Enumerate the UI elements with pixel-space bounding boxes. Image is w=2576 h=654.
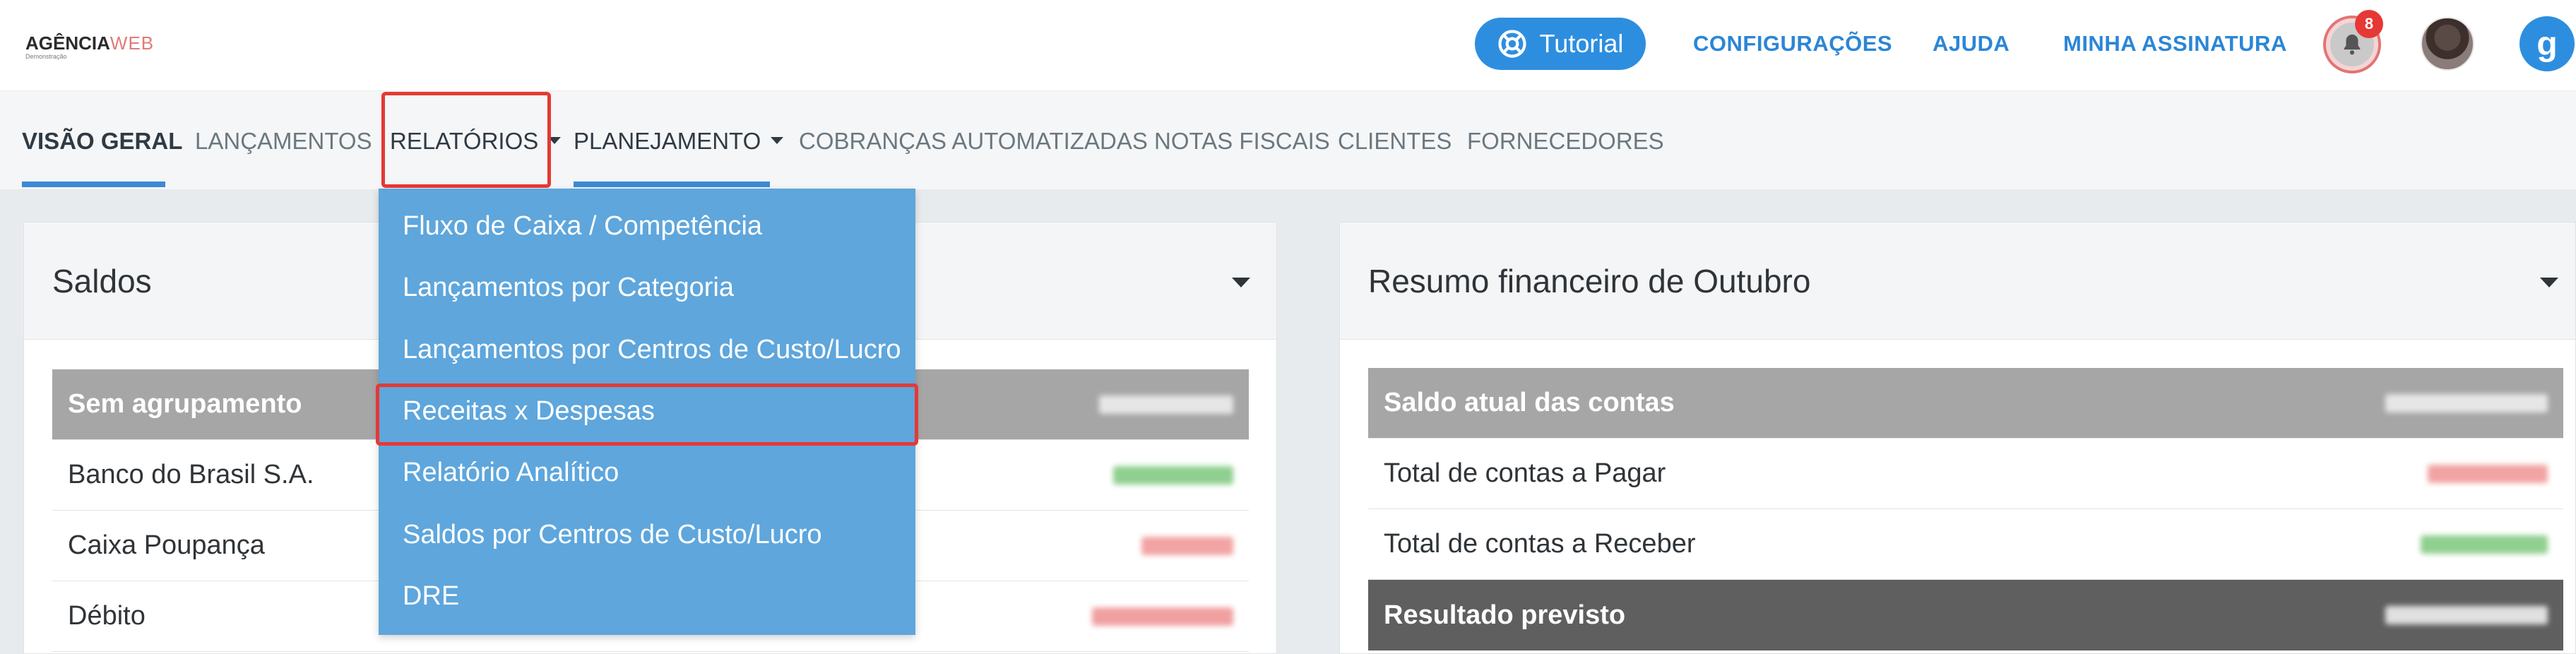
row-label: Banco do Brasil S.A. <box>68 460 314 489</box>
tab-clientes[interactable]: CLIENTES <box>1338 128 1452 155</box>
menu-item-saldos-por-centros[interactable]: Saldos por Centros de Custo/Lucro <box>403 520 822 550</box>
resumo-panel-header: Resumo financeiro de Outubro <box>1340 222 2575 340</box>
resumo-title: Resumo financeiro de Outubro <box>1368 263 1811 299</box>
row-label: Débito <box>68 601 146 631</box>
tab-fornecedores[interactable]: FORNECEDORES <box>1467 128 1664 155</box>
tab-visao-geral[interactable]: VISÃO GERAL <box>22 128 182 155</box>
redacted-value <box>1113 465 1233 484</box>
minha-assinatura-link[interactable]: MINHA ASSINATURA <box>2063 31 2287 57</box>
tab-planejamento[interactable]: PLANEJAMENTO <box>574 128 784 155</box>
redacted-value <box>2428 464 2548 483</box>
row-label: Total de contas a Pagar <box>1384 458 1666 488</box>
tab-planejamento-label: PLANEJAMENTO <box>574 128 761 154</box>
saldos-title: Saldos <box>52 263 152 299</box>
highlight-relatorios-tab <box>381 92 551 188</box>
tab-notas-fiscais[interactable]: NOTAS FISCAIS <box>1154 128 1330 155</box>
table-row: Saldo atual das contas <box>1368 368 2563 439</box>
user-avatar[interactable] <box>2421 17 2474 71</box>
redacted-value <box>1141 536 1233 555</box>
redacted-value <box>2385 393 2548 412</box>
row-label: Caixa Poupança <box>68 530 265 560</box>
menu-item-lancamentos-por-categoria[interactable]: Lançamentos por Categoria <box>403 273 734 303</box>
row-label: Total de contas a Receber <box>1384 529 1696 559</box>
profile-button[interactable]: g <box>2519 16 2575 71</box>
tab-lancamentos[interactable]: LANÇAMENTOS <box>195 128 372 155</box>
top-header: AGÊNCIAWEB Demonstração Tutorial CONFIGU… <box>0 0 2576 90</box>
redacted-value <box>1092 607 1233 626</box>
logo-subtitle: Demonstração <box>25 53 67 60</box>
tutorial-label: Tutorial <box>1539 29 1624 58</box>
redacted-value <box>2385 606 2548 624</box>
redacted-value <box>1099 395 1233 414</box>
table-row[interactable]: Total de contas a Pagar <box>1368 439 2563 509</box>
menu-item-dre[interactable]: DRE <box>403 581 459 612</box>
company-logo[interactable]: AGÊNCIAWEB Demonstração <box>25 34 154 60</box>
table-row: Resultado previsto <box>1368 580 2563 650</box>
row-label: Saldo atual das contas <box>1384 388 1675 417</box>
redacted-value <box>2421 535 2548 554</box>
tutorial-button[interactable]: Tutorial <box>1475 18 1646 70</box>
configuracoes-link[interactable]: CONFIGURAÇÕES <box>1693 31 1892 57</box>
lifebuoy-icon <box>1498 30 1526 58</box>
collapse-caret-icon[interactable] <box>2540 278 2558 287</box>
row-label: Sem agrupamento <box>68 389 302 419</box>
logo-brand: AGÊNCIAWEB <box>25 32 155 54</box>
highlight-receitas-x-despesas <box>376 384 918 446</box>
tab-cobrancas-automatizadas[interactable]: COBRANÇAS AUTOMATIZADAS <box>799 128 1148 155</box>
ajuda-link[interactable]: AJUDA <box>1933 31 2010 57</box>
notification-badge: 8 <box>2355 10 2383 38</box>
hover-tab-underline <box>574 182 770 187</box>
menu-item-relatorio-analitico[interactable]: Relatório Analítico <box>403 458 619 488</box>
caret-down-icon <box>771 137 784 145</box>
menu-item-fluxo-de-caixa[interactable]: Fluxo de Caixa / Competência <box>403 211 762 242</box>
active-tab-underline <box>22 182 165 187</box>
row-label: Resultado previsto <box>1384 600 1626 630</box>
table-row[interactable]: Total de contas a Receber <box>1368 509 2563 580</box>
resumo-financeiro-panel: Resumo financeiro de Outubro Saldo atual… <box>1339 222 2576 654</box>
menu-item-lancamentos-por-centros[interactable]: Lançamentos por Centros de Custo/Lucro <box>403 335 901 365</box>
collapse-caret-icon[interactable] <box>1232 278 1250 287</box>
